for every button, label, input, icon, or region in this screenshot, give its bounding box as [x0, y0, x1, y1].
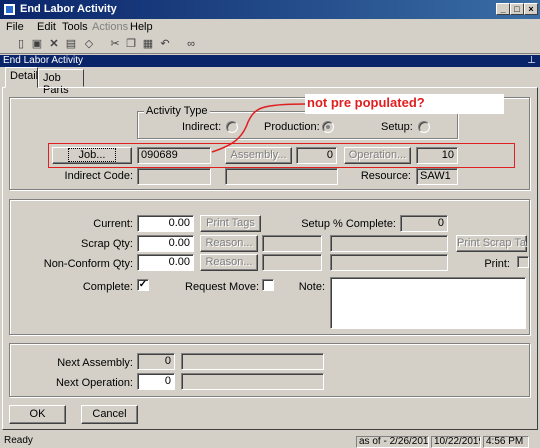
- menu-file[interactable]: File: [6, 21, 24, 33]
- nonconform-reason-desc-field[interactable]: [330, 254, 448, 271]
- menu-tools[interactable]: Tools: [62, 21, 88, 33]
- status-date: 10/22/2019: [431, 436, 481, 448]
- scrap-reason-button[interactable]: Reason...: [200, 235, 258, 252]
- print-label: Print:: [484, 258, 510, 270]
- scrap-reason-code-field[interactable]: [262, 235, 322, 252]
- current-label: Current:: [93, 218, 133, 230]
- pin-icon[interactable]: ⊥: [527, 55, 536, 67]
- tab-detail[interactable]: Detail: [5, 67, 38, 88]
- next-operation-label: Next Operation:: [55, 377, 133, 389]
- cancel-button[interactable]: Cancel: [81, 405, 138, 424]
- tab-job-parts[interactable]: Job Parts: [38, 69, 84, 96]
- menu-help[interactable]: Help: [130, 21, 153, 33]
- copy-icon[interactable]: ❐: [124, 38, 138, 51]
- print-scrap-tags-button[interactable]: Print Scrap Ta: [456, 235, 527, 252]
- properties-icon[interactable]: ▤: [64, 38, 78, 51]
- current-qty-field[interactable]: 0.00: [137, 215, 194, 232]
- ok-button[interactable]: OK: [9, 405, 66, 424]
- scrap-qty-field[interactable]: 0.00: [137, 235, 194, 252]
- note-label: Note:: [298, 281, 325, 293]
- nonconform-qty-field[interactable]: 0.00: [137, 254, 194, 271]
- cut-icon[interactable]: ✂: [108, 38, 122, 51]
- complete-label: Complete:: [82, 281, 133, 293]
- status-ready: Ready: [4, 436, 33, 446]
- nonconform-reason-code-field[interactable]: [262, 254, 322, 271]
- status-bar: Ready as of - 2/26/2019 10/22/2019 4:56 …: [0, 436, 540, 448]
- status-time: 4:56 PM: [483, 436, 529, 448]
- indirect-code-field[interactable]: [137, 168, 211, 185]
- window-title: End Labor Activity: [20, 3, 117, 15]
- maximize-button[interactable]: □: [510, 3, 524, 15]
- panel-header: End Labor Activity ⊥: [0, 55, 540, 67]
- close-button[interactable]: ×: [524, 3, 538, 15]
- save-icon[interactable]: ▣: [30, 38, 44, 51]
- menu-actions[interactable]: Actions: [92, 21, 128, 33]
- menu-bar: File Edit Tools Actions Help: [0, 19, 540, 36]
- nonconform-reason-button[interactable]: Reason...: [200, 254, 258, 271]
- indirect-description-field[interactable]: [225, 168, 338, 185]
- setup-complete-label: Setup % Complete:: [301, 218, 396, 230]
- next-assembly-field[interactable]: 0: [137, 353, 175, 370]
- paste-icon[interactable]: ▦: [141, 38, 155, 51]
- print-tags-button[interactable]: Print Tags: [200, 215, 261, 232]
- setup-complete-field[interactable]: 0: [400, 215, 448, 232]
- print-checkbox[interactable]: [517, 256, 529, 268]
- panel-title: End Labor Activity: [3, 55, 84, 66]
- scrap-reason-desc-field[interactable]: [330, 235, 448, 252]
- next-operation-field[interactable]: 0: [137, 373, 175, 390]
- app-icon: [3, 3, 16, 16]
- indirect-code-label: Indirect Code:: [64, 170, 133, 182]
- menu-edit[interactable]: Edit: [37, 21, 56, 33]
- scrap-qty-label: Scrap Qty:: [81, 238, 133, 250]
- next-assembly-label: Next Assembly:: [57, 357, 133, 369]
- next-assembly-desc-field[interactable]: [181, 353, 324, 370]
- resource-field[interactable]: SAW1: [416, 168, 458, 185]
- delete-icon[interactable]: ✕: [47, 38, 61, 51]
- toolbar: ▯ ▣ ✕ ▤ ◇ ✂ ❐ ▦ ↶ ∞: [0, 36, 540, 54]
- title-bar[interactable]: End Labor Activity _ □ ×: [0, 0, 540, 19]
- note-field[interactable]: [330, 277, 526, 329]
- next-operation-desc-field[interactable]: [181, 373, 324, 390]
- minimize-button[interactable]: _: [496, 3, 510, 15]
- resource-label: Resource:: [360, 170, 411, 182]
- binoculars-icon[interactable]: ∞: [184, 38, 198, 51]
- status-as-of: as of - 2/26/2019: [356, 436, 429, 448]
- new-icon[interactable]: ▯: [14, 38, 28, 51]
- undo-icon[interactable]: ↶: [158, 38, 172, 51]
- request-move-checkbox[interactable]: [262, 279, 274, 291]
- clear-icon[interactable]: ◇: [82, 38, 96, 51]
- setup-radio[interactable]: [418, 121, 430, 133]
- annotation-label: not pre populated?: [305, 94, 504, 114]
- request-move-label: Request Move:: [185, 281, 259, 293]
- setup-label: Setup:: [381, 121, 413, 133]
- production-radio[interactable]: [322, 121, 334, 133]
- complete-checkbox[interactable]: ✓: [137, 279, 149, 291]
- nonconform-qty-label: Non-Conform Qty:: [43, 258, 133, 270]
- annotation-arrow-icon: [211, 103, 307, 153]
